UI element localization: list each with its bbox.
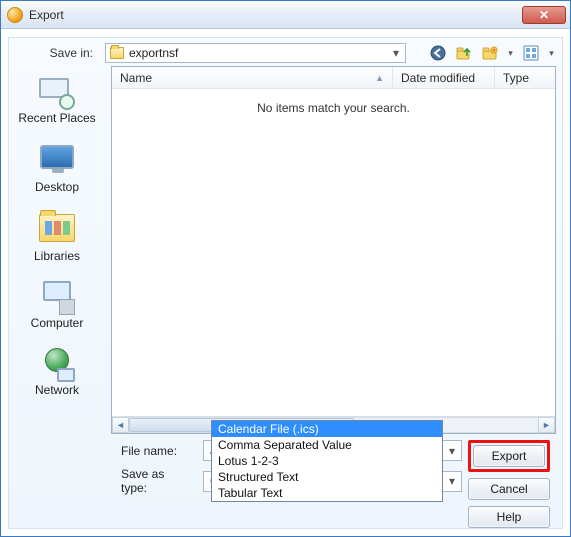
place-desktop[interactable]: Desktop <box>14 139 100 198</box>
back-icon <box>430 45 446 61</box>
place-recent[interactable]: Recent Places <box>14 72 100 129</box>
desktop-icon <box>37 145 77 179</box>
chevron-down-icon[interactable]: ▾ <box>389 46 403 60</box>
libraries-icon <box>37 214 77 248</box>
file-name-label: File name: <box>117 444 197 458</box>
place-network[interactable]: Network <box>14 344 100 401</box>
view-menu-dropdown[interactable]: ▾ <box>547 48 556 59</box>
file-list-body[interactable]: No items match your search. <box>112 89 555 416</box>
column-type-label: Type <box>503 71 529 85</box>
save-type-option[interactable]: Calendar File (.ics) <box>212 421 442 437</box>
new-folder-icon <box>482 45 498 61</box>
scroll-left-arrow[interactable]: ◄ <box>112 417 129 433</box>
column-date-label: Date modified <box>401 71 475 85</box>
dialog-body: Save in: exportnsf ▾ ▾ ▾ <box>8 37 563 529</box>
column-date[interactable]: Date modified <box>393 67 495 88</box>
up-folder-icon <box>456 45 472 61</box>
network-icon <box>37 348 77 382</box>
save-in-label: Save in: <box>19 46 99 60</box>
close-icon: ✕ <box>539 8 549 22</box>
column-header-row: Name ▲ Date modified Type <box>112 67 555 89</box>
save-in-value: exportnsf <box>129 46 389 60</box>
place-libraries-label: Libraries <box>16 250 98 263</box>
chevron-down-icon[interactable]: ▾ <box>445 444 459 458</box>
save-type-option[interactable]: Structured Text <box>212 469 442 485</box>
save-type-dropdown-list[interactable]: Calendar File (.ics)Comma Separated Valu… <box>211 420 443 502</box>
column-name-label: Name <box>120 71 152 85</box>
place-computer[interactable]: Computer <box>14 277 100 334</box>
window-title: Export <box>29 8 522 22</box>
places-bar: Recent Places Desktop Libraries Computer… <box>9 66 105 528</box>
cancel-button[interactable]: Cancel <box>468 478 550 500</box>
up-button[interactable] <box>454 43 474 63</box>
back-button[interactable] <box>428 43 448 63</box>
empty-message: No items match your search. <box>112 89 555 115</box>
save-type-option[interactable]: Lotus 1-2-3 <box>212 453 442 469</box>
sort-ascending-icon: ▲ <box>375 73 384 83</box>
save-type-option[interactable]: Comma Separated Value <box>212 437 442 453</box>
view-menu-button[interactable] <box>521 43 541 63</box>
chevron-down-icon[interactable]: ▾ <box>445 474 459 488</box>
close-button[interactable]: ✕ <box>522 6 566 24</box>
titlebar: Export ✕ <box>1 1 570 29</box>
new-folder-button[interactable] <box>480 43 500 63</box>
computer-icon <box>37 281 77 315</box>
folder-icon <box>110 47 124 59</box>
column-type[interactable]: Type <box>495 67 555 88</box>
place-recent-label: Recent Places <box>16 112 98 125</box>
place-libraries[interactable]: Libraries <box>14 208 100 267</box>
export-highlight: Export <box>468 440 550 472</box>
view-icon <box>523 45 539 61</box>
save-type-option[interactable]: Tabular Text <box>212 485 442 501</box>
app-icon <box>7 7 23 23</box>
save-in-combo[interactable]: exportnsf ▾ <box>105 43 406 63</box>
export-dialog: Export ✕ Save in: exportnsf ▾ ▾ <box>0 0 571 537</box>
action-buttons: Export Cancel Help <box>468 434 556 528</box>
place-network-label: Network <box>16 384 98 397</box>
recent-places-icon <box>37 76 77 110</box>
place-desktop-label: Desktop <box>16 181 98 194</box>
column-name[interactable]: Name ▲ <box>112 67 393 88</box>
file-list: Name ▲ Date modified Type No items match… <box>111 66 556 434</box>
save-type-label: Save as type: <box>117 467 197 495</box>
new-folder-dropdown[interactable]: ▾ <box>506 48 515 59</box>
place-computer-label: Computer <box>16 317 98 330</box>
scroll-right-arrow[interactable]: ► <box>538 417 555 433</box>
help-button[interactable]: Help <box>468 506 550 528</box>
export-button[interactable]: Export <box>473 445 545 467</box>
save-in-toolbar: Save in: exportnsf ▾ ▾ ▾ <box>9 38 562 66</box>
